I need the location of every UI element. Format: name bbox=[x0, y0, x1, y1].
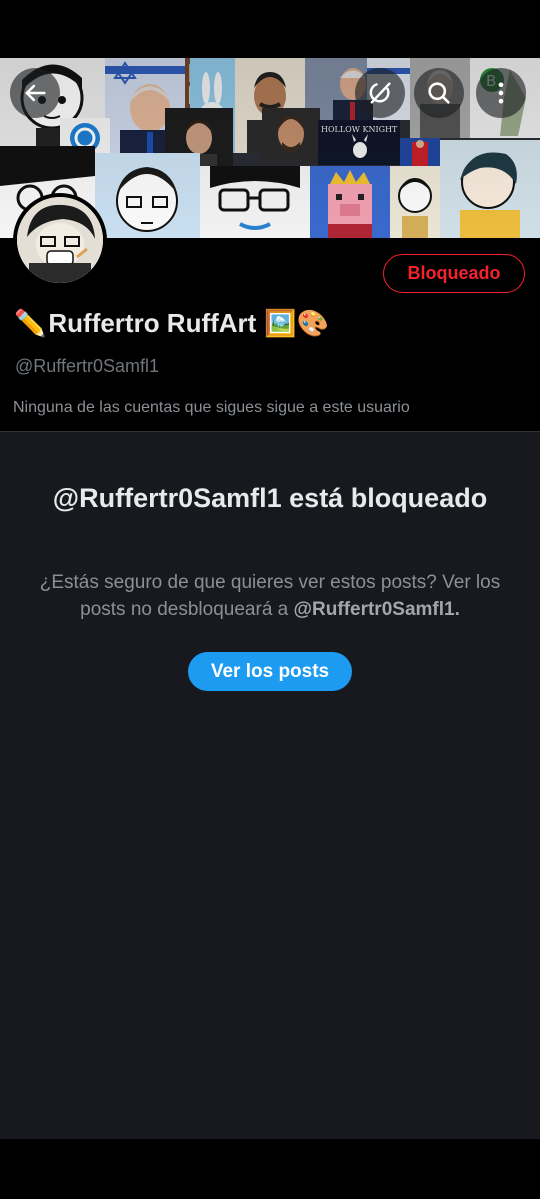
blocked-description: ¿Estás seguro de que quieres ver estos p… bbox=[30, 569, 510, 623]
view-posts-button[interactable]: Ver los posts bbox=[188, 652, 352, 691]
search-button[interactable] bbox=[414, 68, 464, 118]
blocked-content: @Ruffertr0Samfl1 está bloqueado ¿Estás s… bbox=[0, 431, 540, 1139]
blocked-description-handle: @Ruffertr0Samfl1. bbox=[293, 599, 460, 620]
arrow-left-icon bbox=[25, 84, 46, 102]
profile-handle: @Ruffertr0Samfl1 bbox=[15, 356, 159, 376]
pencil-emoji: ✏️ bbox=[14, 308, 47, 338]
display-name: ✏️ Ruffertro RuffArt 🖼️🎨 bbox=[14, 308, 329, 339]
more-vertical-icon bbox=[498, 82, 504, 104]
status-bar bbox=[0, 0, 540, 58]
avatar[interactable] bbox=[13, 193, 107, 287]
back-button[interactable] bbox=[10, 68, 60, 118]
search-icon bbox=[428, 82, 450, 104]
grok-icon bbox=[369, 82, 391, 104]
grok-button[interactable] bbox=[355, 68, 405, 118]
picture-palette-emoji: 🖼️🎨 bbox=[264, 308, 330, 338]
more-button[interactable] bbox=[476, 68, 526, 118]
blocked-button[interactable]: Bloqueado bbox=[383, 254, 525, 293]
navigation-bar bbox=[0, 1139, 540, 1199]
display-name-text: Ruffertro RuffArt bbox=[48, 308, 257, 338]
mutual-followers-text: Ninguna de las cuentas que sigues sigue … bbox=[13, 399, 410, 416]
blocked-title: @Ruffertr0Samfl1 está bloqueado bbox=[52, 483, 488, 513]
